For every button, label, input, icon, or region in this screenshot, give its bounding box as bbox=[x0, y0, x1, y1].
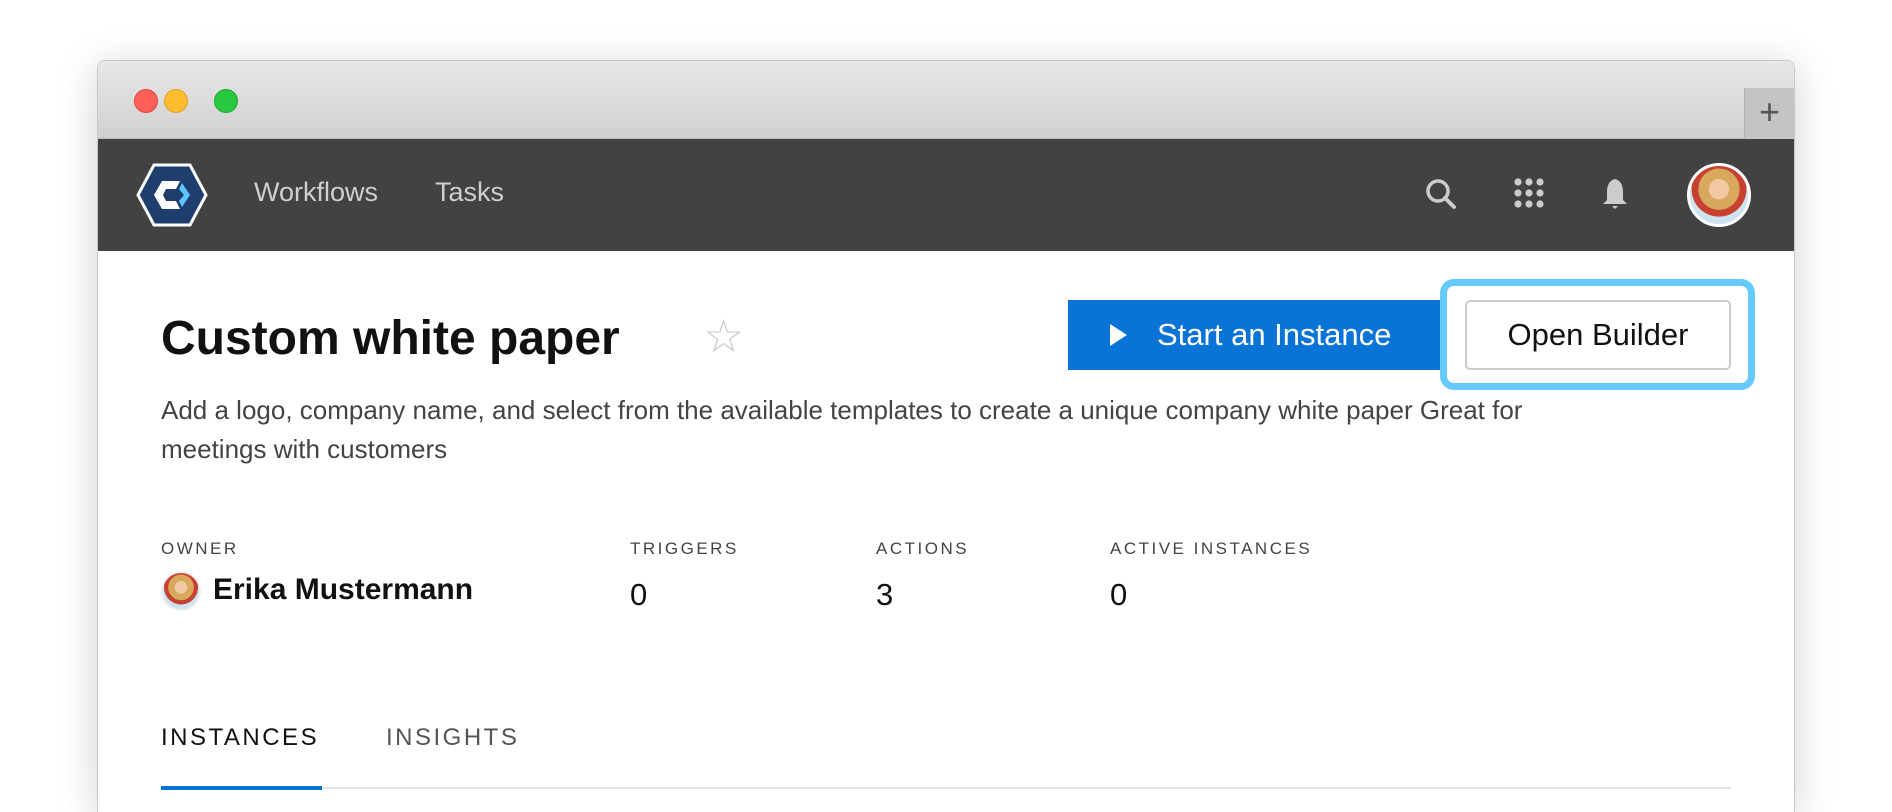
new-tab-button[interactable]: + bbox=[1744, 88, 1794, 139]
tab-instances[interactable]: INSTANCES bbox=[161, 724, 319, 752]
browser-window: + Workflows Tasks Custom white paper ☆ S… bbox=[97, 60, 1795, 812]
stat-label: ACTIONS bbox=[876, 539, 970, 558]
tab-insights[interactable]: INSIGHTS bbox=[386, 724, 519, 752]
tab-divider bbox=[161, 787, 1731, 789]
apps-grid-icon[interactable] bbox=[1512, 177, 1546, 211]
bell-icon[interactable] bbox=[1600, 177, 1630, 211]
nav-link-tasks[interactable]: Tasks bbox=[435, 177, 504, 208]
workflow-description: Add a logo, company name, and select fro… bbox=[161, 395, 1523, 464]
user-avatar[interactable] bbox=[1687, 163, 1751, 227]
stat-actions: ACTIONS 3 bbox=[876, 539, 969, 613]
stat-value: 3 bbox=[876, 577, 894, 612]
stat-active-instances: ACTIVE INSTANCES 0 bbox=[1110, 539, 1312, 613]
stat-owner: OWNER Erika Mustermann bbox=[161, 539, 473, 611]
stat-label: OWNER bbox=[161, 539, 239, 558]
stat-value: 0 bbox=[630, 577, 648, 612]
active-tab-indicator bbox=[161, 786, 322, 790]
stat-label: TRIGGERS bbox=[630, 539, 739, 558]
page-title: Custom white paper bbox=[161, 312, 620, 365]
start-instance-label: Start an Instance bbox=[1157, 317, 1392, 352]
close-window-button[interactable] bbox=[134, 89, 158, 113]
search-icon[interactable] bbox=[1424, 177, 1458, 211]
owner-name[interactable]: Erika Mustermann bbox=[213, 573, 473, 606]
play-icon bbox=[1110, 324, 1127, 346]
top-navbar: Workflows Tasks bbox=[98, 139, 1794, 251]
minimize-window-button[interactable] bbox=[164, 89, 188, 113]
title-bar: + bbox=[98, 61, 1794, 139]
open-builder-button[interactable]: Open Builder bbox=[1465, 300, 1731, 370]
favorite-star-icon[interactable]: ☆ bbox=[703, 309, 744, 363]
nav-link-workflows[interactable]: Workflows bbox=[254, 177, 378, 208]
stat-triggers: TRIGGERS 0 bbox=[630, 539, 739, 613]
app-logo[interactable] bbox=[136, 163, 208, 227]
maximize-window-button[interactable] bbox=[214, 89, 238, 113]
start-instance-button[interactable]: Start an Instance bbox=[1068, 300, 1440, 370]
owner-avatar bbox=[161, 571, 201, 611]
stat-value: 0 bbox=[1110, 577, 1128, 612]
stat-label: ACTIVE INSTANCES bbox=[1110, 539, 1313, 558]
